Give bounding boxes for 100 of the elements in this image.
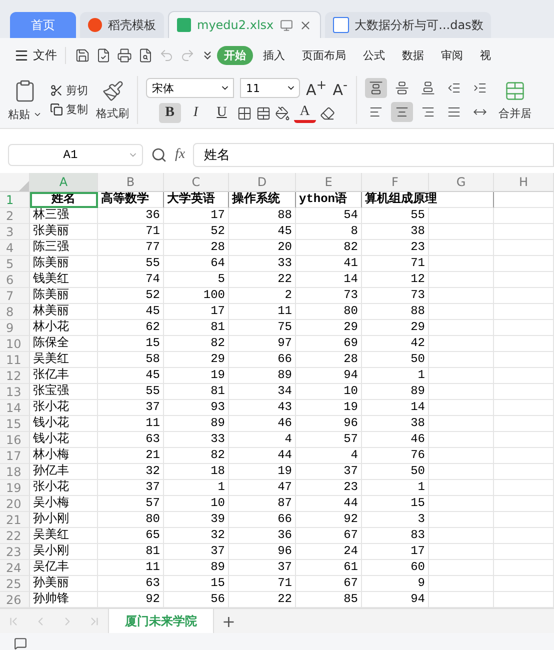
format-painter-icon[interactable] <box>102 80 124 102</box>
format-painter-button[interactable]: 格式刷 <box>96 106 129 120</box>
column-header[interactable]: F <box>362 173 429 192</box>
row-header[interactable]: 17 <box>0 448 30 464</box>
print-icon[interactable] <box>117 48 132 62</box>
row-header[interactable]: 12 <box>0 368 30 384</box>
column-header[interactable]: E <box>296 173 362 192</box>
empty-cell <box>429 384 494 400</box>
function-button[interactable]: fx <box>175 147 186 163</box>
monitor-icon[interactable] <box>280 18 293 32</box>
row-header[interactable]: 19 <box>0 480 30 496</box>
row-header[interactable]: 10 <box>0 336 30 352</box>
table-cell: 52 <box>98 288 164 304</box>
row-header[interactable]: 23 <box>0 544 30 560</box>
search-icon[interactable] <box>151 147 167 163</box>
row-header[interactable]: 26 <box>0 592 30 608</box>
table-cell: 44 <box>229 448 296 464</box>
row-header[interactable]: 20 <box>0 496 30 512</box>
merge-icon[interactable] <box>504 80 526 102</box>
ribbon-tab[interactable]: 数据 <box>395 46 431 64</box>
align-button[interactable] <box>390 102 413 122</box>
row-header[interactable]: 14 <box>0 400 30 416</box>
row-header[interactable]: 25 <box>0 576 30 592</box>
borders-icon[interactable] <box>236 106 252 120</box>
document-tab[interactable]: 稻壳模板 <box>80 12 164 38</box>
table-cell: 陈保全 <box>30 336 98 352</box>
row-header[interactable]: 6 <box>0 272 30 288</box>
table-cell: 15 <box>362 496 429 512</box>
cell-style-icon[interactable] <box>256 106 271 120</box>
clear-icon[interactable] <box>320 106 335 120</box>
row-header[interactable]: 24 <box>0 560 30 576</box>
row-header[interactable]: 9 <box>0 320 30 336</box>
row-header[interactable]: 16 <box>0 432 30 448</box>
ribbon-tab[interactable]: 插入 <box>256 46 292 64</box>
row-header[interactable]: 11 <box>0 352 30 368</box>
table-cell: 17 <box>164 208 229 224</box>
row-header[interactable]: 8 <box>0 304 30 320</box>
comment-icon[interactable] <box>14 636 27 650</box>
formula-field[interactable]: 姓名 <box>193 143 554 167</box>
ribbon-tab[interactable]: 审阅 <box>434 46 470 64</box>
column-header[interactable]: H <box>494 173 554 192</box>
row-header[interactable]: 5 <box>0 256 30 272</box>
table-cell: 71 <box>362 256 429 272</box>
align-button[interactable] <box>364 78 387 98</box>
column-header[interactable]: C <box>164 173 229 192</box>
table-cell: 73 <box>362 288 429 304</box>
table-cell: 吴亿丰 <box>30 560 98 576</box>
sheet-tab[interactable]: 厦门未来学院 <box>108 609 214 633</box>
table-cell: 37 <box>164 544 229 560</box>
format-button[interactable]: U <box>210 103 233 123</box>
ribbon-tab[interactable]: 视 <box>473 46 498 64</box>
paste-button[interactable]: 粘贴 <box>8 106 42 122</box>
shrink-font-button[interactable]: A$^{-}$ <box>332 77 348 99</box>
merge-button[interactable]: 合并居 <box>498 106 532 120</box>
row-header[interactable]: 21 <box>0 512 30 528</box>
row-header[interactable]: 15 <box>0 416 30 432</box>
ribbon-tab[interactable]: 开始 <box>217 46 253 64</box>
row-header[interactable]: 1 <box>0 192 30 208</box>
add-sheet-button[interactable]: + <box>214 609 244 633</box>
row-header[interactable]: 13 <box>0 384 30 400</box>
column-header[interactable]: D <box>229 173 296 192</box>
table-cell: 18 <box>164 464 229 480</box>
row-header[interactable]: 22 <box>0 528 30 544</box>
grow-font-button[interactable]: A$^{+}$ <box>306 77 327 99</box>
document-tab[interactable]: 首页 <box>10 12 76 38</box>
row-header[interactable]: 3 <box>0 224 30 240</box>
column-header[interactable]: G <box>429 173 494 192</box>
table-cell: 张小花 <box>30 480 98 496</box>
table-cell: 3 <box>362 512 429 528</box>
fill-color-icon[interactable] <box>274 106 290 120</box>
format-button[interactable]: B <box>158 103 181 123</box>
column-header[interactable]: A <box>30 173 98 192</box>
save-icon[interactable] <box>75 48 90 62</box>
ribbon-tab[interactable]: 公式 <box>356 46 392 64</box>
row-header[interactable]: 2 <box>0 208 30 224</box>
cut-button[interactable]: 剪切 <box>50 83 88 98</box>
document-tab[interactable]: myedu2.xlsx <box>168 11 321 38</box>
font-select[interactable]: 宋体 <box>146 78 234 98</box>
row-header[interactable]: 18 <box>0 464 30 480</box>
empty-cell <box>494 224 554 240</box>
row-header[interactable]: 4 <box>0 240 30 256</box>
table-cell: 81 <box>164 384 229 400</box>
more-icon[interactable] <box>201 48 214 62</box>
font-size-select[interactable]: 11 <box>240 78 300 98</box>
export-icon[interactable] <box>96 48 111 62</box>
print-preview-icon[interactable] <box>138 48 153 62</box>
table-cell: 94 <box>296 368 362 384</box>
font-color-button[interactable]: A <box>294 104 316 122</box>
copy-button[interactable]: 复制 <box>50 102 88 117</box>
close-icon[interactable] <box>298 18 312 32</box>
table-cell: 28 <box>296 352 362 368</box>
table-cell: 林小梅 <box>30 448 98 464</box>
format-button[interactable]: I <box>184 103 207 123</box>
row-header[interactable]: 7 <box>0 288 30 304</box>
name-box[interactable]: A1 <box>8 144 143 166</box>
column-header[interactable]: B <box>98 173 164 192</box>
file-menu[interactable]: 文件 <box>14 46 66 64</box>
document-tab[interactable]: 大数据分析与可...das数 <box>324 12 492 38</box>
table-cell: 19 <box>296 400 362 416</box>
ribbon-tab[interactable]: 页面布局 <box>295 46 353 64</box>
